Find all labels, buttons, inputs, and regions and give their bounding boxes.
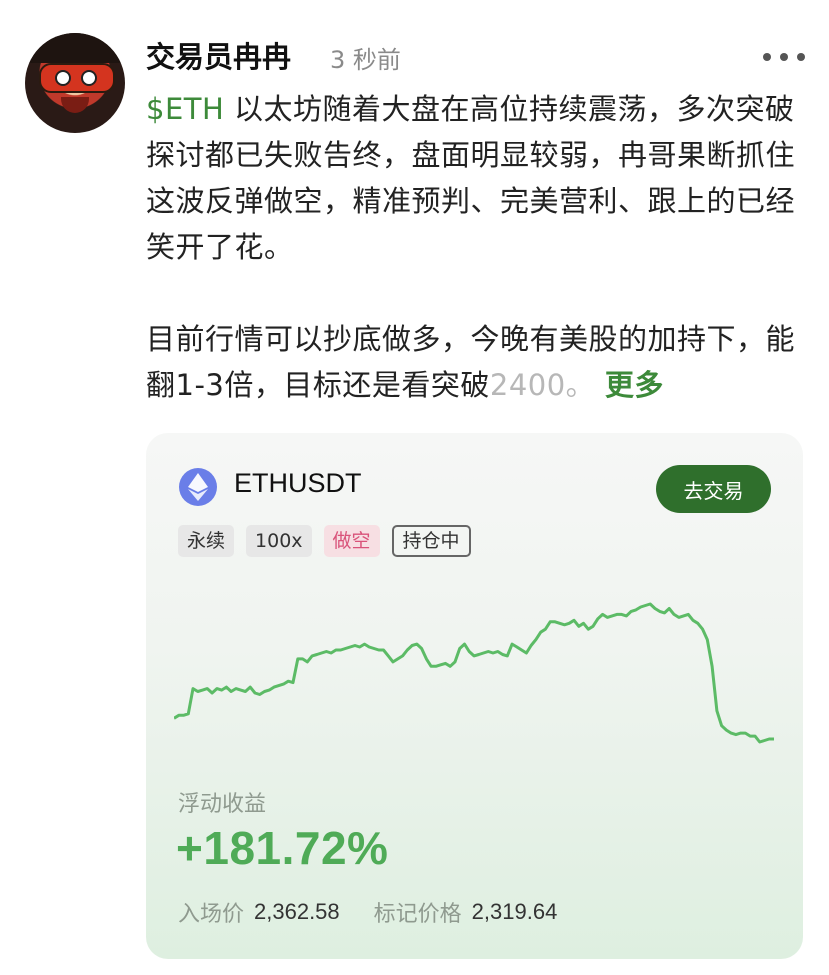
tag-perpetual: 永续 [178,525,235,557]
avatar[interactable] [25,33,125,133]
avatar-mask [39,63,115,93]
position-tags: 永续 100x 做空 持仓中 [178,525,471,557]
avatar-eye-left [55,70,71,86]
trade-card[interactable]: ETHUSDT 去交易 永续 100x 做空 持仓中 浮动收益 +181.72%… [146,433,803,959]
ticker-link[interactable]: $ETH [146,92,224,126]
trade-button[interactable]: 去交易 [656,465,771,513]
post-paragraph-2: 目前行情可以抄底做多，今晚有美股的加持下，能翻1-3倍，目标还是看突破2400。… [146,316,806,408]
author-name[interactable]: 交易员冉冉 [146,34,291,76]
price-line [174,602,774,744]
mark-price-label: 标记价格 [373,902,462,927]
pnl-label: 浮动收益 [178,792,267,817]
post-paragraph-1: $ETH 以太坊随着大盘在高位持续震荡，多次突破探讨都已失败告终，盘面明显较弱，… [146,86,806,270]
more-link[interactable]: 更多 [605,368,664,402]
tag-status: 持仓中 [391,525,471,557]
price-row: 入场价 2,362.58 标记价格 2,319.64 [178,896,591,928]
entry-price-value: 2,362.58 [254,899,340,924]
post-paragraph-2-faded: 2400。 [489,368,596,402]
avatar-hair [25,33,125,63]
post-paragraph-2-text: 目前行情可以抄底做多，今晚有美股的加持下，能翻1-3倍，目标还是看突破 [146,322,796,402]
post-body: $ETH 以太坊随着大盘在高位持续震荡，多次突破探讨都已失败告终，盘面明显较弱，… [146,86,806,408]
entry-price-label: 入场价 [178,902,245,927]
avatar-mouth [61,97,89,113]
pnl-value: +181.72% [176,822,389,874]
post-paragraph-1-text: 以太坊随着大盘在高位持续震荡，多次突破探讨都已失败告终，盘面明显较弱，冉哥果断抓… [146,92,796,264]
tag-direction: 做空 [323,525,380,557]
ethereum-icon [179,468,217,506]
trading-pair: ETHUSDT [234,468,362,498]
price-chart [174,602,774,744]
avatar-eye-right [81,70,97,86]
mark-price-value: 2,319.64 [471,899,558,924]
post-time: 3 秒前 [330,46,401,74]
tag-leverage: 100x [246,525,312,557]
more-dots-icon[interactable] [763,52,805,62]
